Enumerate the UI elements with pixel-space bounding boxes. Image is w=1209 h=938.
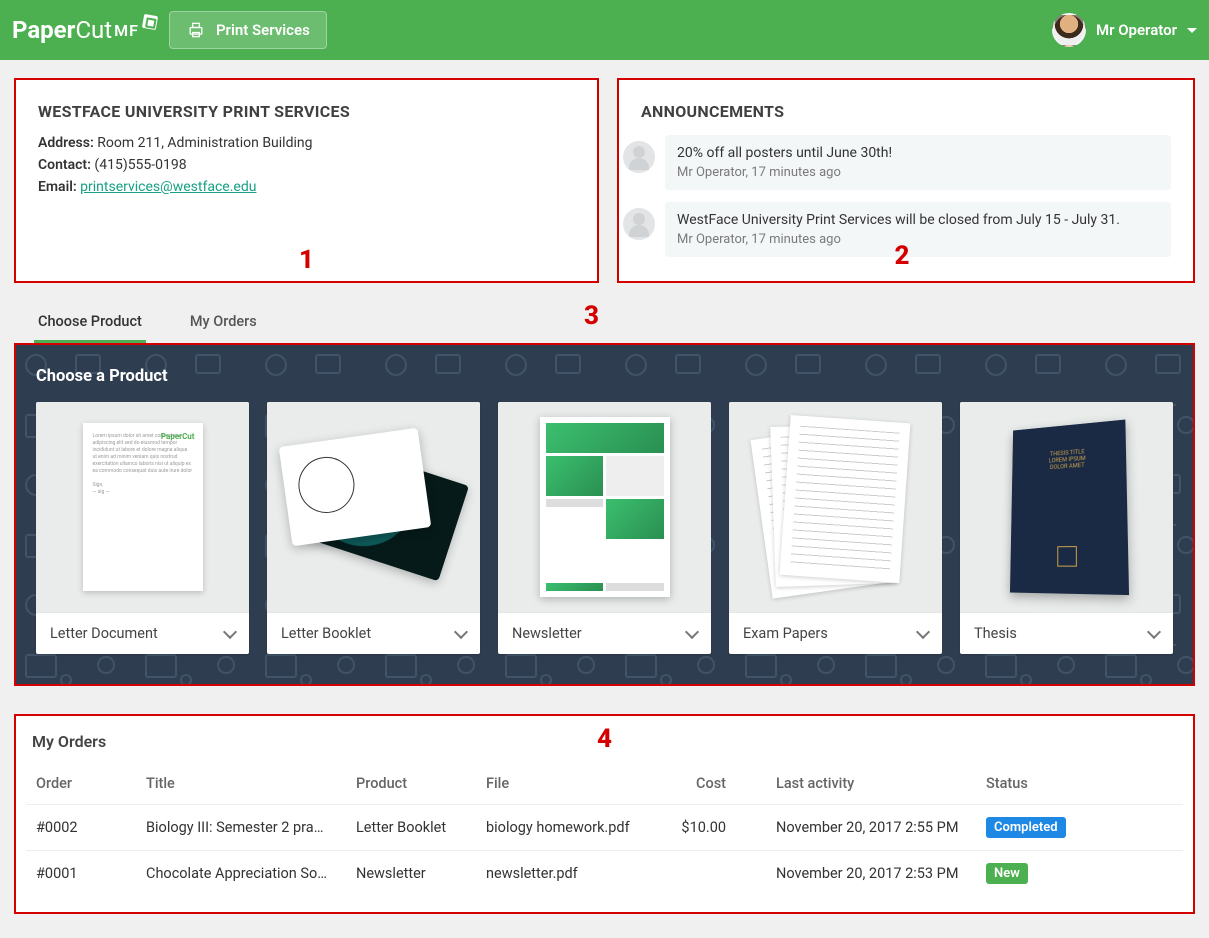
status-badge: New <box>986 863 1028 884</box>
info-title: WESTFACE UNIVERSITY PRINT SERVICES <box>38 102 575 121</box>
chevron-down-icon <box>916 624 930 638</box>
app-logo[interactable]: PaperCutMF <box>12 16 157 44</box>
tabs: Choose Product My Orders 3 <box>14 305 1195 343</box>
info-email-link[interactable]: printservices@westface.edu <box>80 179 256 195</box>
product-label: Exam Papers <box>743 625 828 642</box>
hotspot-1: 1 <box>299 245 314 275</box>
cell-last-activity: November 20, 2017 2:53 PM <box>766 851 976 897</box>
avatar-icon <box>623 141 655 173</box>
col-file: File <box>476 763 666 805</box>
chevron-down-icon <box>685 624 699 638</box>
announcement-text: 20% off all posters until June 30th! <box>677 145 892 161</box>
info-panel: WESTFACE UNIVERSITY PRINT SERVICES Addre… <box>14 78 599 283</box>
info-address: Address: Room 211, Administration Buildi… <box>38 135 575 151</box>
announcements-panel: ANNOUNCEMENTS 20% off all posters until … <box>617 78 1195 283</box>
product-label: Letter Booklet <box>281 625 371 642</box>
product-thumb <box>498 402 711 612</box>
announcements-title: ANNOUNCEMENTS <box>641 102 1171 121</box>
product-area-title: Choose a Product <box>36 367 1173 386</box>
cell-product: Newsletter <box>346 851 476 897</box>
product-thumb <box>729 402 942 612</box>
table-row[interactable]: #0002Biology III: Semester 2 pra…Letter … <box>26 805 1183 851</box>
announcement-item[interactable]: 20% off all posters until June 30th! Mr … <box>665 135 1171 190</box>
cell-product: Letter Booklet <box>346 805 476 851</box>
user-menu[interactable]: Mr Operator <box>1052 13 1197 47</box>
product-card-newsletter[interactable]: Newsletter <box>498 402 711 654</box>
print-services-label: Print Services <box>216 21 310 39</box>
user-name: Mr Operator <box>1096 21 1177 39</box>
product-thumb: THESIS TITLELOREM IPSUMDOLOR AMET <box>960 402 1173 612</box>
top-bar: PaperCutMF Print Services Mr Operator <box>0 0 1209 60</box>
col-product: Product <box>346 763 476 805</box>
orders-panel: 4 My Orders Order Title Product File Cos… <box>14 714 1195 914</box>
hotspot-3: 3 <box>584 301 599 331</box>
product-label: Letter Document <box>50 625 158 642</box>
chevron-down-icon <box>1187 28 1197 33</box>
avatar-icon <box>623 208 655 240</box>
hotspot-2: 2 <box>895 241 910 271</box>
printer-icon <box>186 20 206 40</box>
cell-order: #0001 <box>26 851 136 897</box>
cell-file: newsletter.pdf <box>476 851 666 897</box>
cell-status: Completed <box>976 805 1183 851</box>
logo-mark-icon <box>142 14 158 30</box>
col-status: Status <box>976 763 1183 805</box>
cell-cost: $10.00 <box>666 805 766 851</box>
product-area: Choose a Product PaperCutLorem ipsum dol… <box>14 343 1195 686</box>
table-row[interactable]: #0001Chocolate Appreciation So…Newslette… <box>26 851 1183 897</box>
cell-title: Chocolate Appreciation So… <box>136 851 346 897</box>
avatar <box>1052 13 1086 47</box>
product-thumb: PaperCutLorem ipsum dolor sit amet conse… <box>36 402 249 612</box>
announcement-meta: Mr Operator, 17 minutes ago <box>677 165 892 180</box>
col-title: Title <box>136 763 346 805</box>
product-card-thesis[interactable]: THESIS TITLELOREM IPSUMDOLOR AMET Thesis <box>960 402 1173 654</box>
chevron-down-icon <box>223 624 237 638</box>
print-services-button[interactable]: Print Services <box>169 11 327 49</box>
cell-order: #0002 <box>26 805 136 851</box>
status-badge: Completed <box>986 817 1066 838</box>
product-thumb <box>267 402 480 612</box>
cell-status: New <box>976 851 1183 897</box>
product-card-exam-papers[interactable]: Exam Papers <box>729 402 942 654</box>
announcement-text: WestFace University Print Services will … <box>677 212 1120 228</box>
tab-choose-product[interactable]: Choose Product <box>34 305 146 343</box>
hotspot-4: 4 <box>597 724 612 754</box>
product-card-letter-booklet[interactable]: Letter Booklet <box>267 402 480 654</box>
product-card-letter-document[interactable]: PaperCutLorem ipsum dolor sit amet conse… <box>36 402 249 654</box>
announcement-item[interactable]: WestFace University Print Services will … <box>665 202 1171 257</box>
cell-file: biology homework.pdf <box>476 805 666 851</box>
chevron-down-icon <box>1147 624 1161 638</box>
info-contact: Contact: (415)555-0198 <box>38 157 575 173</box>
chevron-down-icon <box>454 624 468 638</box>
orders-table: Order Title Product File Cost Last activ… <box>26 763 1183 896</box>
cell-last-activity: November 20, 2017 2:55 PM <box>766 805 976 851</box>
col-last-activity: Last activity <box>766 763 976 805</box>
col-cost: Cost <box>666 763 766 805</box>
product-label: Newsletter <box>512 625 582 642</box>
cell-cost <box>666 851 766 897</box>
col-order: Order <box>26 763 136 805</box>
product-label: Thesis <box>974 625 1017 642</box>
cell-title: Biology III: Semester 2 pra… <box>136 805 346 851</box>
tab-my-orders[interactable]: My Orders <box>186 305 261 343</box>
info-email: Email: printservices@westface.edu <box>38 179 575 195</box>
